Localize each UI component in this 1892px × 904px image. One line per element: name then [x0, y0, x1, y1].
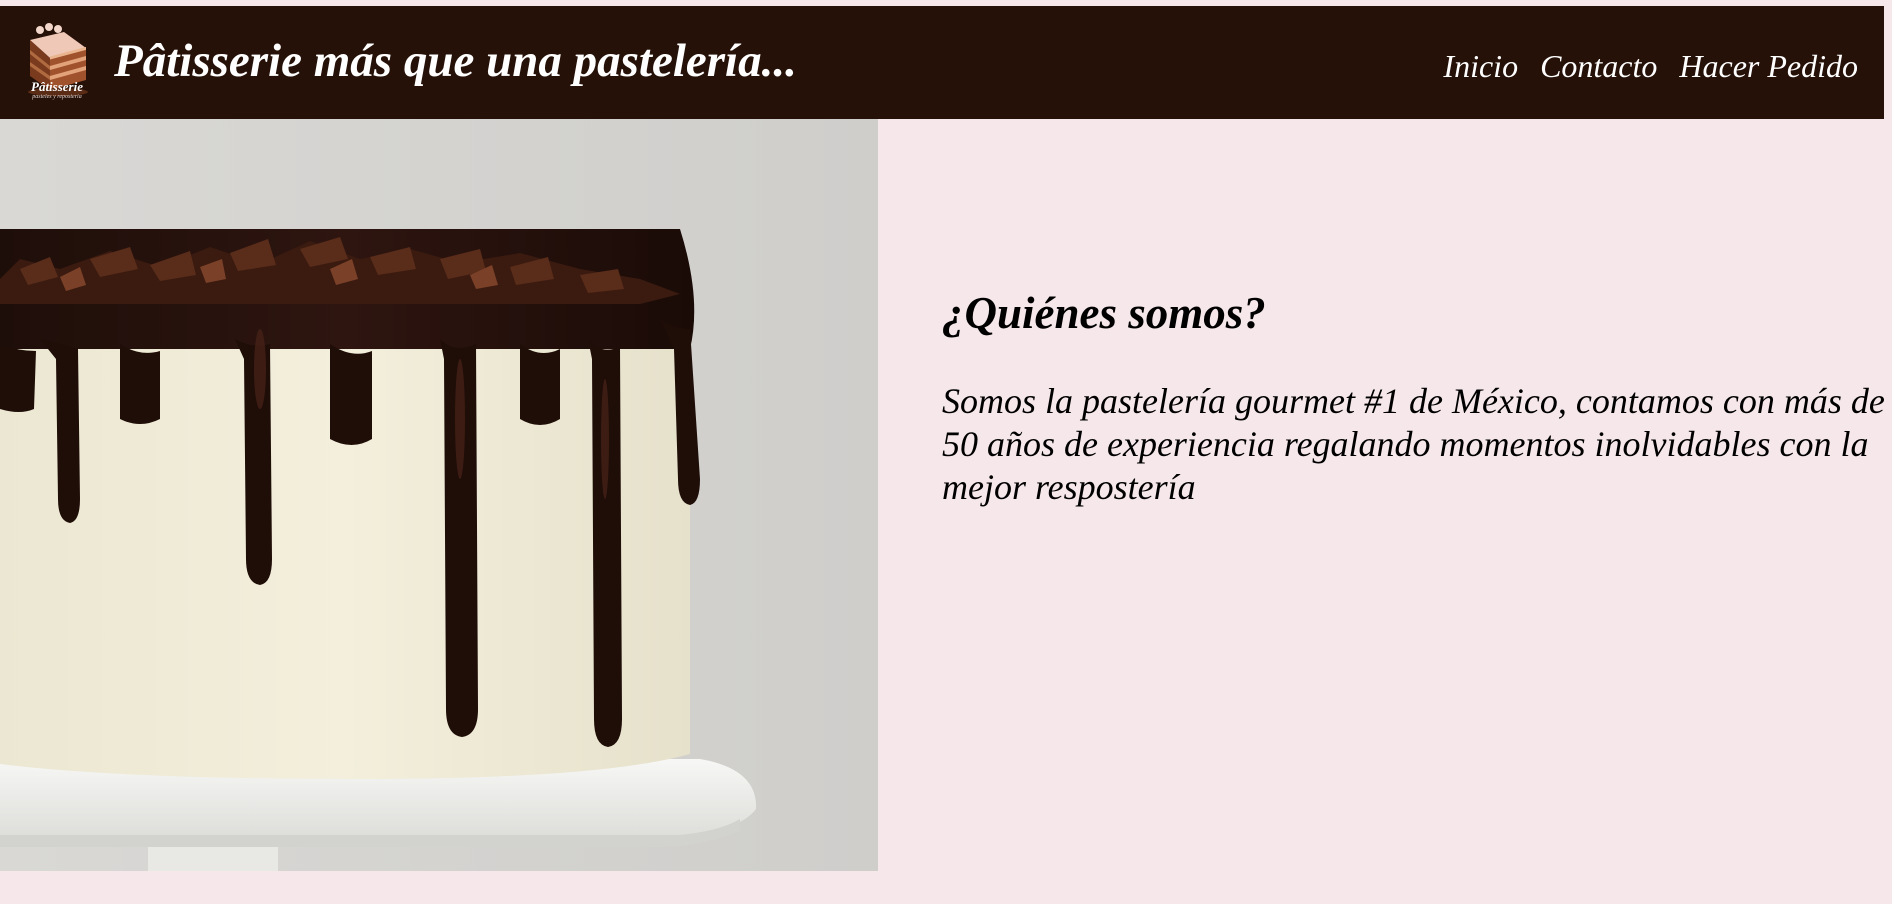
nav-link-inicio[interactable]: Inicio — [1443, 48, 1518, 85]
nav-link-hacer-pedido[interactable]: Hacer Pedido — [1679, 48, 1858, 85]
page: Pâtisserie pasteles y reposteria Pâtisse… — [0, 0, 1892, 904]
about-section: ¿Quiénes somos? Somos la pastelería gour… — [942, 288, 1892, 509]
chocolate-drip-cake-illustration — [0, 119, 878, 871]
nav-link-contacto[interactable]: Contacto — [1540, 48, 1657, 85]
about-heading: ¿Quiénes somos? — [942, 288, 1266, 338]
main-nav: Inicio Contacto Hacer Pedido — [1443, 48, 1858, 85]
about-description: Somos la pastelería gourmet #1 de México… — [942, 380, 1885, 508]
logo-tagline: pasteles y reposteria — [32, 94, 82, 100]
site-title: Pâtisserie más que una pastelería... — [114, 35, 797, 87]
logo-wordmark: Pâtisserie — [31, 79, 83, 94]
top-navigation-bar: Pâtisserie pasteles y reposteria Pâtisse… — [0, 6, 1884, 119]
hero-cake-image — [0, 119, 878, 871]
patisserie-logo[interactable]: Pâtisserie pasteles y reposteria — [22, 18, 92, 110]
